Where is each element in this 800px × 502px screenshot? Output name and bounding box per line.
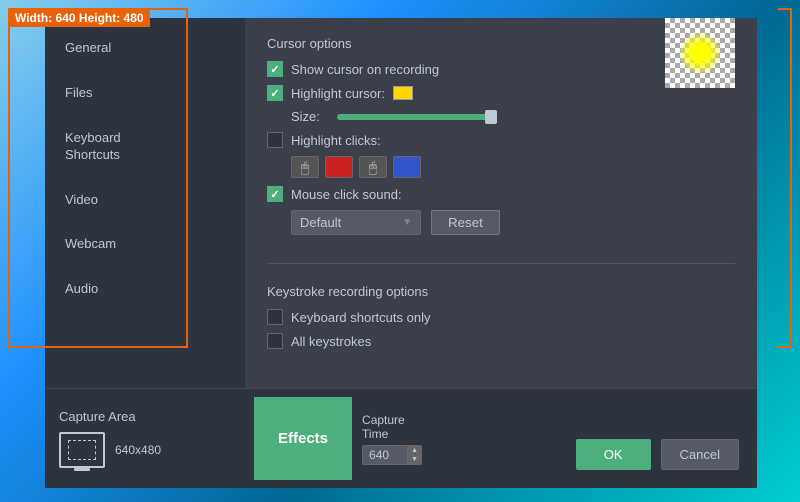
mouse-click-sound-checkbox[interactable]: ✓: [267, 186, 283, 202]
mouse-click-sound-label: Mouse click sound:: [291, 187, 402, 202]
ok-button[interactable]: OK: [576, 439, 651, 470]
main-content: Cursor options ✓ Show cursor on recordin…: [245, 18, 757, 388]
size-slider[interactable]: [337, 114, 497, 120]
highlight-color-swatch[interactable]: [393, 86, 413, 100]
highlight-cursor-checkbox[interactable]: ✓: [267, 85, 283, 101]
keyboard-shortcuts-only-label: Keyboard shortcuts only: [291, 310, 430, 325]
reset-button[interactable]: Reset: [431, 210, 500, 235]
dimension-label: Width: 640 Height: 480: [9, 9, 150, 27]
show-cursor-checkbox[interactable]: ✓: [267, 61, 283, 77]
all-keystrokes-label: All keystrokes: [291, 334, 371, 349]
highlight-cursor-label: Highlight cursor:: [291, 86, 385, 101]
spinner-down[interactable]: ▼: [408, 455, 421, 464]
sound-dropdown-row: Default ▼ Reset: [291, 210, 735, 235]
spinner-arrows: ▲ ▼: [407, 446, 421, 464]
capture-time-section: Capture Time 640 ▲ ▼: [362, 413, 422, 465]
right-bracket: [778, 8, 792, 348]
effects-tab[interactable]: Effects: [254, 397, 352, 480]
mouse-click-sound-row: ✓ Mouse click sound:: [267, 186, 735, 202]
capture-time-label: Capture Time: [362, 413, 422, 441]
sound-dropdown-value: Default: [300, 215, 341, 230]
bottom-bar: Capture Area 640x480 Effects Capture Tim…: [45, 388, 757, 488]
show-cursor-label: Show cursor on recording: [291, 62, 439, 77]
size-label: Size:: [291, 109, 327, 124]
capture-area-section: Capture Area 640x480: [59, 409, 254, 468]
capture-time-value: 640: [363, 446, 407, 464]
keyboard-shortcuts-only-row: Keyboard shortcuts only: [267, 309, 735, 325]
all-keystrokes-checkbox[interactable]: [267, 333, 283, 349]
capture-area-label: Capture Area: [59, 409, 254, 424]
click-buttons-row: 🖱 🖱: [291, 156, 735, 178]
keystroke-section-title: Keystroke recording options: [267, 284, 735, 299]
highlight-cursor-row: ✓ Highlight cursor:: [267, 85, 735, 101]
cursor-glow: [680, 33, 720, 73]
left-click-button[interactable]: 🖱: [291, 156, 319, 178]
dropdown-arrow-icon: ▼: [402, 217, 412, 228]
cancel-button[interactable]: Cancel: [661, 439, 739, 470]
cursor-preview: [665, 18, 735, 88]
capture-time-input[interactable]: 640 ▲ ▼: [362, 445, 422, 465]
footer-buttons: OK Cancel: [576, 439, 739, 470]
size-slider-row: Size:: [291, 109, 735, 124]
highlight-clicks-label: Highlight clicks:: [291, 133, 381, 148]
cursor-options-section: Cursor options ✓ Show cursor on recordin…: [267, 36, 735, 243]
highlight-clicks-checkbox[interactable]: [267, 132, 283, 148]
screen-icon: [59, 432, 105, 468]
keyboard-shortcuts-only-checkbox[interactable]: [267, 309, 283, 325]
capture-size-label: 640x480: [115, 443, 161, 457]
capture-area-bottom: 640x480: [59, 432, 254, 468]
spinner-up[interactable]: ▲: [408, 446, 421, 455]
section-divider: [267, 263, 735, 264]
sound-dropdown[interactable]: Default ▼: [291, 210, 421, 235]
red-click-button[interactable]: [325, 156, 353, 178]
blue-click-button[interactable]: [393, 156, 421, 178]
all-keystrokes-row: All keystrokes: [267, 333, 735, 349]
right-click-button[interactable]: 🖱: [359, 156, 387, 178]
screen-inner: [68, 440, 96, 460]
keystroke-options-section: Keystroke recording options Keyboard sho…: [267, 284, 735, 357]
highlight-clicks-row: Highlight clicks:: [267, 132, 735, 148]
capture-area-preview: Width: 640 Height: 480: [8, 8, 188, 348]
slider-thumb: [485, 110, 497, 124]
